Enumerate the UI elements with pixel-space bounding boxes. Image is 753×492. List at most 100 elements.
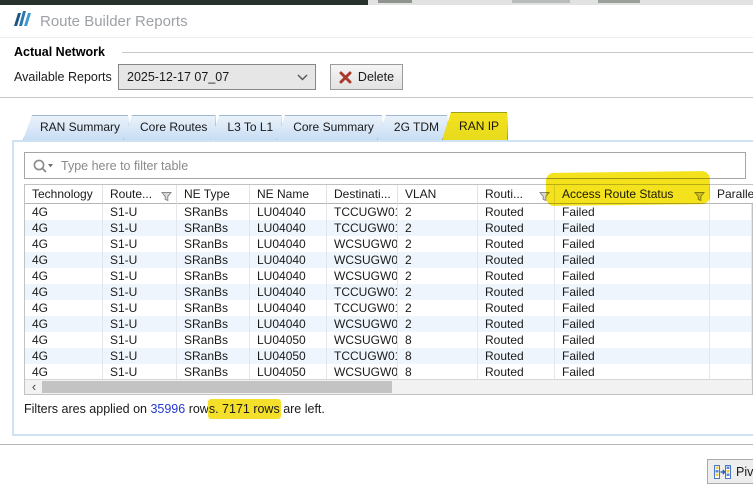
table-cell: 2 — [398, 220, 478, 236]
actual-network-group-label: Actual Network — [14, 45, 105, 59]
table-row[interactable]: 4GS1-USRanBsLU04040WCSUGW012RoutedFailed — [25, 268, 752, 284]
table-cell: 2 — [398, 236, 478, 252]
column-header-route[interactable]: Route... — [103, 185, 177, 204]
table-cell: Routed — [478, 348, 555, 364]
table-cell: SRanBs — [177, 332, 250, 348]
table-cell: Failed — [555, 364, 710, 380]
table-cell: Failed — [555, 300, 710, 316]
tab-ran-ip[interactable]: RAN IP — [442, 112, 508, 140]
delete-report-button[interactable]: Delete — [330, 64, 403, 90]
table-cell: 4G — [25, 348, 103, 364]
background-window-fragment — [512, 0, 570, 3]
table-row[interactable]: 4GS1-USRanBsLU04050TCCUGW018RoutedFailed — [25, 348, 752, 364]
table-cell: 8 — [398, 332, 478, 348]
column-header-label: Access Route Status — [562, 187, 673, 201]
table-row[interactable]: 4GS1-USRanBsLU04040WCSUGW012RoutedFailed — [25, 252, 752, 268]
table-cell: S1-U — [103, 220, 177, 236]
table-cell: SRanBs — [177, 300, 250, 316]
table-cell: 2 — [398, 284, 478, 300]
table-cell: SRanBs — [177, 252, 250, 268]
table-cell: S1-U — [103, 252, 177, 268]
table-cell: 4G — [25, 332, 103, 348]
remaining-rows-highlighted: s. 7171 rows — [208, 399, 281, 419]
scrollbar-thumb[interactable] — [42, 381, 392, 393]
tab-core-routes[interactable]: Core Routes — [123, 115, 216, 140]
table-row[interactable]: 4GS1-USRanBsLU04050WCSUGW018RoutedFailed — [25, 332, 752, 348]
table-row[interactable]: 4GS1-USRanBsLU04050WCSUGW018RoutedFailed — [25, 364, 752, 380]
available-reports-dropdown[interactable]: 2025-12-17 07_07 — [118, 64, 316, 90]
tab-ran-summary[interactable]: RAN Summary — [23, 115, 129, 140]
tab-label: L3 To L1 — [227, 120, 273, 134]
table-row[interactable]: 4GS1-USRanBsLU04040TCCUGW012RoutedFailed — [25, 284, 752, 300]
tab-core-summary[interactable]: Core Summary — [276, 115, 383, 140]
column-header-paralle[interactable]: Paralle — [710, 185, 753, 204]
table-cell: 8 — [398, 348, 478, 364]
red-x-icon — [339, 71, 352, 84]
table-cell: 4G — [25, 364, 103, 380]
table-cell — [710, 252, 752, 268]
table-cell: Routed — [478, 316, 555, 332]
table-cell — [710, 220, 752, 236]
table-row[interactable]: 4GS1-USRanBsLU04040TCCUGW012RoutedFailed — [25, 204, 752, 220]
table-header-row: Technology Route...NE Type NE Name Destinat… — [25, 185, 752, 204]
table-cell: LU04040 — [250, 268, 327, 284]
table-cell: S1-U — [103, 332, 177, 348]
selected-report-value: 2025-12-17 07_07 — [127, 70, 229, 84]
table-cell: Routed — [478, 268, 555, 284]
horizontal-scrollbar[interactable]: ‹ — [25, 379, 752, 394]
table-cell: LU04040 — [250, 284, 327, 300]
table-cell: LU04050 — [250, 348, 327, 364]
column-header-label: Technology — [32, 187, 93, 201]
bottom-divider — [0, 444, 753, 445]
search-icon — [32, 158, 56, 174]
pivot-button[interactable]: Piv — [707, 459, 753, 484]
available-reports-label: Available Reports — [14, 70, 112, 84]
column-header-routi[interactable]: Routi... — [478, 185, 555, 204]
table-cell: WCSUGW01 — [327, 364, 398, 380]
table-row[interactable]: 4GS1-USRanBsLU04040TCCUGW012RoutedFailed — [25, 300, 752, 316]
table-row[interactable]: 4GS1-USRanBsLU04040WCSUGW012RoutedFailed — [25, 236, 752, 252]
column-header-label: VLAN — [405, 187, 436, 201]
table-cell: 4G — [25, 300, 103, 316]
table-cell: SRanBs — [177, 284, 250, 300]
column-header-technology[interactable]: Technology — [25, 185, 103, 204]
tab-l3-to-l1[interactable]: L3 To L1 — [210, 115, 282, 140]
tab-2g-tdm[interactable]: 2G TDM — [377, 115, 448, 140]
filter-input[interactable] — [25, 153, 745, 178]
table-cell: Failed — [555, 316, 710, 332]
background-window-sliver — [0, 0, 753, 5]
pivot-button-label: Piv — [736, 465, 753, 479]
column-header-destinati[interactable]: Destinati... — [327, 185, 398, 204]
column-header-ne-type[interactable]: NE Type — [177, 185, 250, 204]
table-cell: S1-U — [103, 268, 177, 284]
filter-status-text: Filters ares applied on 35996 rows. 7171… — [24, 402, 325, 416]
column-header-access-route-status[interactable]: Access Route Status — [555, 185, 710, 204]
table-cell: LU04040 — [250, 204, 327, 220]
table-filter-container — [24, 152, 746, 179]
table-cell: Failed — [555, 332, 710, 348]
table-cell: 8 — [398, 364, 478, 380]
table-cell: LU04040 — [250, 220, 327, 236]
scroll-left-arrow-icon[interactable]: ‹ — [27, 380, 41, 394]
table-cell: WCSUGW01 — [327, 252, 398, 268]
tab-label: RAN Summary — [40, 120, 120, 134]
table-cell: LU04040 — [250, 300, 327, 316]
table-cell: LU04050 — [250, 364, 327, 380]
table-row[interactable]: 4GS1-USRanBsLU04040WCSUGW012RoutedFailed — [25, 316, 752, 332]
column-header-label: NE Name — [257, 187, 309, 201]
table-cell: S1-U — [103, 284, 177, 300]
table-cell: Routed — [478, 220, 555, 236]
status-suffix: are left. — [280, 402, 325, 416]
window-title: Route Builder Reports — [40, 13, 188, 30]
table-cell: 4G — [25, 316, 103, 332]
table-cell: Routed — [478, 236, 555, 252]
funnel-filter-icon[interactable] — [539, 189, 550, 208]
table-cell: Routed — [478, 332, 555, 348]
column-header-vlan[interactable]: VLAN — [398, 185, 478, 204]
funnel-filter-icon[interactable] — [161, 189, 172, 208]
column-header-ne-name[interactable]: NE Name — [250, 185, 327, 204]
table-cell: Failed — [555, 268, 710, 284]
table-cell: Failed — [555, 220, 710, 236]
table-row[interactable]: 4GS1-USRanBsLU04040TCCUGW012RoutedFailed — [25, 220, 752, 236]
funnel-filter-icon[interactable] — [694, 189, 705, 208]
